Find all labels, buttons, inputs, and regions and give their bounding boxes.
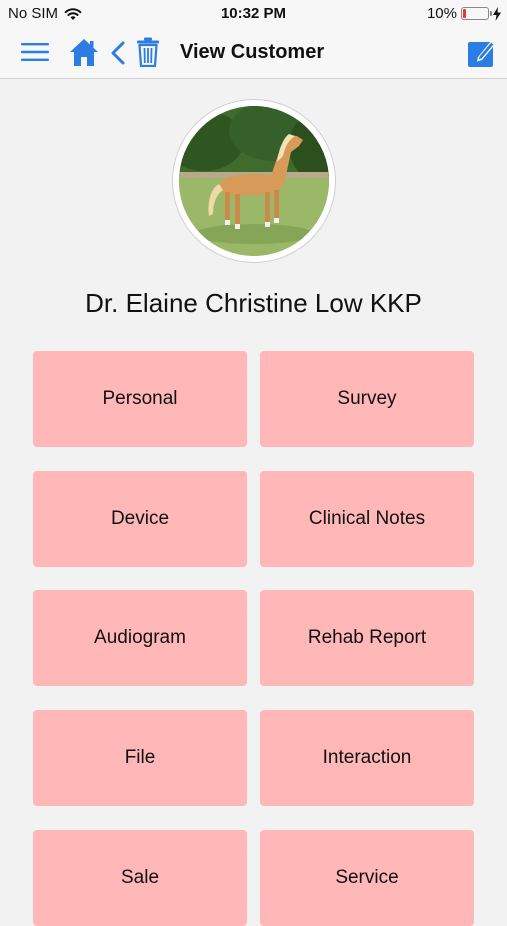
tile-file[interactable]: File xyxy=(33,710,247,806)
horse-photo xyxy=(179,106,329,256)
battery-percent: 10% xyxy=(427,5,457,22)
nav-bar: View Customer xyxy=(0,28,507,79)
edit-icon[interactable] xyxy=(467,38,497,68)
back-chevron-icon[interactable] xyxy=(110,41,126,65)
tile-interaction[interactable]: Interaction xyxy=(260,710,474,806)
tile-label: File xyxy=(125,747,156,769)
status-right: 10% xyxy=(427,5,501,22)
avatar xyxy=(179,106,329,256)
tile-service[interactable]: Service xyxy=(260,830,474,926)
status-bar: No SIM 10:32 PM 10% xyxy=(0,0,507,28)
menu-icon[interactable] xyxy=(21,42,49,62)
avatar-frame[interactable] xyxy=(172,99,336,263)
home-icon[interactable] xyxy=(69,37,99,67)
tile-label: Clinical Notes xyxy=(309,508,425,530)
battery-icon xyxy=(461,7,489,20)
page-title: View Customer xyxy=(180,41,324,64)
tile-label: Service xyxy=(335,867,398,889)
tile-audiogram[interactable]: Audiogram xyxy=(33,590,247,686)
tile-survey[interactable]: Survey xyxy=(260,351,474,447)
tile-label: Survey xyxy=(337,388,396,410)
tile-label: Rehab Report xyxy=(308,627,426,649)
tile-rehab-report[interactable]: Rehab Report xyxy=(260,590,474,686)
tile-device[interactable]: Device xyxy=(33,471,247,567)
trash-icon[interactable] xyxy=(137,37,159,67)
tile-label: Device xyxy=(111,508,169,530)
tile-label: Interaction xyxy=(323,747,412,769)
tile-label: Sale xyxy=(121,867,159,889)
battery-level-fill xyxy=(463,9,466,18)
charging-bolt-icon xyxy=(493,7,501,21)
tile-clinical-notes[interactable]: Clinical Notes xyxy=(260,471,474,567)
tile-label: Personal xyxy=(103,388,178,410)
tile-personal[interactable]: Personal xyxy=(33,351,247,447)
tile-label: Audiogram xyxy=(94,627,186,649)
customer-name: Dr. Elaine Christine Low KKP xyxy=(0,288,507,319)
tile-sale[interactable]: Sale xyxy=(33,830,247,926)
